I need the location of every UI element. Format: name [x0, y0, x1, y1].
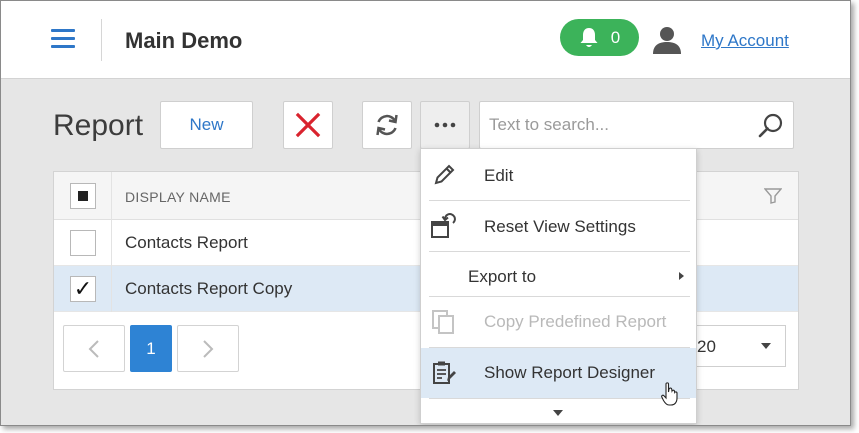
- refresh-button[interactable]: [362, 101, 412, 149]
- header-divider: [101, 19, 102, 61]
- page-size-select[interactable]: 20: [684, 325, 786, 367]
- app-title: Main Demo: [125, 28, 243, 53]
- more-icon: [434, 122, 456, 128]
- menu-item-reset-view-settings[interactable]: Reset View Settings: [421, 201, 696, 251]
- hamburger-icon[interactable]: [51, 29, 75, 49]
- menu-scroll-down-icon[interactable]: [553, 410, 563, 416]
- chevron-left-icon: [88, 339, 99, 358]
- refresh-icon: [376, 114, 398, 136]
- more-actions-button[interactable]: [420, 101, 470, 149]
- new-button[interactable]: New: [160, 101, 253, 149]
- menu-separator: [429, 398, 690, 399]
- search-input[interactable]: [480, 102, 750, 148]
- report-designer-icon: [433, 361, 456, 384]
- app-window: Main Demo 0 My Account Report New Text t…: [0, 0, 851, 426]
- chevron-right-icon: [203, 339, 214, 358]
- user-icon[interactable]: [652, 25, 682, 55]
- caret-down-icon: [761, 343, 771, 349]
- search-icon[interactable]: [757, 112, 785, 140]
- page-title: Report: [53, 109, 144, 142]
- select-all-checkbox[interactable]: [70, 183, 96, 209]
- bell-icon: [580, 27, 598, 47]
- copy-icon: [432, 310, 454, 334]
- pager-page-button[interactable]: 1: [130, 325, 172, 372]
- top-bar: Main Demo 0 My Account: [1, 1, 850, 79]
- delete-button[interactable]: [283, 101, 333, 149]
- delete-icon: [295, 112, 321, 138]
- checkmark-icon: ✓: [73, 276, 93, 301]
- row-checkbox[interactable]: [70, 230, 96, 256]
- search-box: [479, 101, 794, 149]
- reset-view-icon: [431, 213, 456, 238]
- more-actions-menu: Edit Reset View Settings Export to Copy …: [420, 148, 697, 424]
- notifications-button[interactable]: 0: [560, 19, 639, 56]
- pager-next-button[interactable]: [177, 325, 239, 372]
- menu-item-show-report-designer[interactable]: Show Report Designer: [421, 348, 696, 398]
- row-display-name: Contacts Report: [125, 233, 248, 252]
- menu-item-label: Show Report Designer: [484, 363, 656, 382]
- menu-item-label: Copy Predefined Report: [484, 312, 667, 331]
- pager-previous-button[interactable]: [63, 325, 125, 372]
- menu-item-label: Edit: [484, 166, 514, 185]
- edit-icon: [434, 164, 455, 185]
- menu-item-export-to[interactable]: Export to: [421, 252, 696, 296]
- hand-cursor-icon: [661, 382, 678, 406]
- menu-item-label: Reset View Settings: [484, 217, 636, 236]
- page-size-value: 20: [697, 337, 716, 356]
- menu-item-label: Export to: [468, 267, 537, 286]
- notifications-count: 0: [610, 27, 621, 47]
- selection-column: ✓: [54, 172, 112, 312]
- menu-item-edit[interactable]: Edit: [421, 150, 696, 200]
- my-account-link[interactable]: My Account: [701, 31, 789, 51]
- row-display-name: Contacts Report Copy: [125, 279, 293, 298]
- menu-item-copy-predefined-report: Copy Predefined Report: [421, 297, 696, 347]
- row-checkbox[interactable]: ✓: [70, 276, 96, 302]
- filter-icon[interactable]: [764, 188, 782, 204]
- column-header-display-name[interactable]: DISPLAY NAME: [125, 189, 231, 205]
- submenu-arrow-icon: [679, 272, 684, 280]
